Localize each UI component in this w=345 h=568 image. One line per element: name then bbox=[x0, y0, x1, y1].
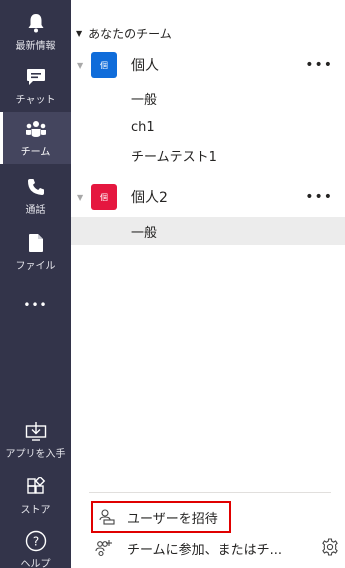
invite-user-button[interactable]: ユーザーを招待 bbox=[91, 501, 231, 533]
rail-label: アプリを入手 bbox=[5, 449, 66, 460]
team-avatar: 個 bbox=[91, 184, 117, 210]
rail-item-files[interactable]: ファイル bbox=[0, 226, 71, 278]
svg-text:?: ? bbox=[32, 535, 38, 549]
collapse-icon[interactable]: ▼ bbox=[77, 61, 83, 70]
channel-name: ch1 bbox=[131, 119, 155, 135]
channel-name: 一般 bbox=[131, 225, 158, 241]
channel-name: チームテスト1 bbox=[131, 149, 217, 165]
rail-item-store[interactable]: ストア bbox=[0, 470, 71, 522]
team-row[interactable]: ▼ 個 個人 ••• bbox=[71, 48, 345, 82]
join-or-create-team-button[interactable]: チームに参加、またはチ... bbox=[95, 536, 303, 560]
section-title: あなたのチーム bbox=[88, 27, 172, 41]
rail-item-teams[interactable]: チーム bbox=[0, 112, 71, 164]
teams-panel: ▼ あなたのチーム ▼ 個 個人 ••• 一般 ch1 チームテスト1 ▼ 個 … bbox=[71, 0, 345, 568]
rail-label: チャット bbox=[15, 95, 56, 106]
team-row[interactable]: ▼ 個 個人2 ••• bbox=[71, 180, 345, 214]
divider bbox=[89, 492, 331, 493]
channel-name: 一般 bbox=[131, 92, 158, 108]
app-rail: 最新情報 チャット チーム 通話 ファイル ••• アプリを入手 ストア ? ヘ… bbox=[0, 0, 71, 568]
more-apps-icon: ••• bbox=[23, 298, 48, 312]
rail-label: 最新情報 bbox=[15, 41, 56, 52]
rail-item-calls[interactable]: 通話 bbox=[0, 170, 71, 222]
team-name: 個人 bbox=[131, 58, 159, 74]
rail-label: ストア bbox=[20, 505, 51, 516]
channel-item[interactable]: ch1 bbox=[71, 113, 345, 141]
file-icon bbox=[25, 232, 47, 254]
more-options-icon[interactable]: ••• bbox=[305, 189, 333, 205]
get-apps-icon bbox=[25, 420, 47, 442]
caret-down-icon: ▼ bbox=[76, 29, 83, 38]
phone-icon bbox=[25, 176, 47, 198]
more-options-icon[interactable]: ••• bbox=[305, 57, 333, 73]
rail-label: チーム bbox=[20, 147, 51, 158]
store-icon bbox=[25, 476, 47, 498]
team-avatar: 個 bbox=[91, 52, 117, 78]
help-icon: ? bbox=[25, 530, 47, 552]
invite-label: ユーザーを招待 bbox=[127, 511, 218, 527]
chat-icon bbox=[25, 66, 47, 88]
teams-icon bbox=[25, 118, 47, 140]
collapse-icon[interactable]: ▼ bbox=[77, 193, 83, 202]
invite-user-icon bbox=[99, 509, 115, 525]
bell-icon bbox=[25, 12, 47, 34]
team-name: 個人2 bbox=[131, 190, 168, 206]
rail-label: ヘルプ bbox=[20, 559, 51, 568]
rail-label: ファイル bbox=[15, 261, 56, 272]
rail-item-activity[interactable]: 最新情報 bbox=[0, 6, 71, 58]
gear-icon[interactable] bbox=[321, 538, 339, 556]
rail-item-help[interactable]: ? ヘルプ bbox=[0, 524, 71, 568]
rail-item-get-apps[interactable]: アプリを入手 bbox=[0, 414, 71, 466]
rail-item-more-apps[interactable]: ••• bbox=[0, 284, 71, 336]
channel-item[interactable]: チームテスト1 bbox=[71, 141, 345, 169]
your-teams-header[interactable]: ▼ あなたのチーム bbox=[76, 25, 172, 42]
rail-label: 通話 bbox=[25, 205, 46, 216]
join-team-icon bbox=[95, 539, 113, 557]
channel-item-selected[interactable]: 一般 bbox=[71, 217, 345, 245]
rail-item-chat[interactable]: チャット bbox=[0, 60, 71, 112]
join-label: チームに参加、またはチ... bbox=[127, 542, 283, 558]
channel-item[interactable]: 一般 bbox=[71, 84, 345, 112]
